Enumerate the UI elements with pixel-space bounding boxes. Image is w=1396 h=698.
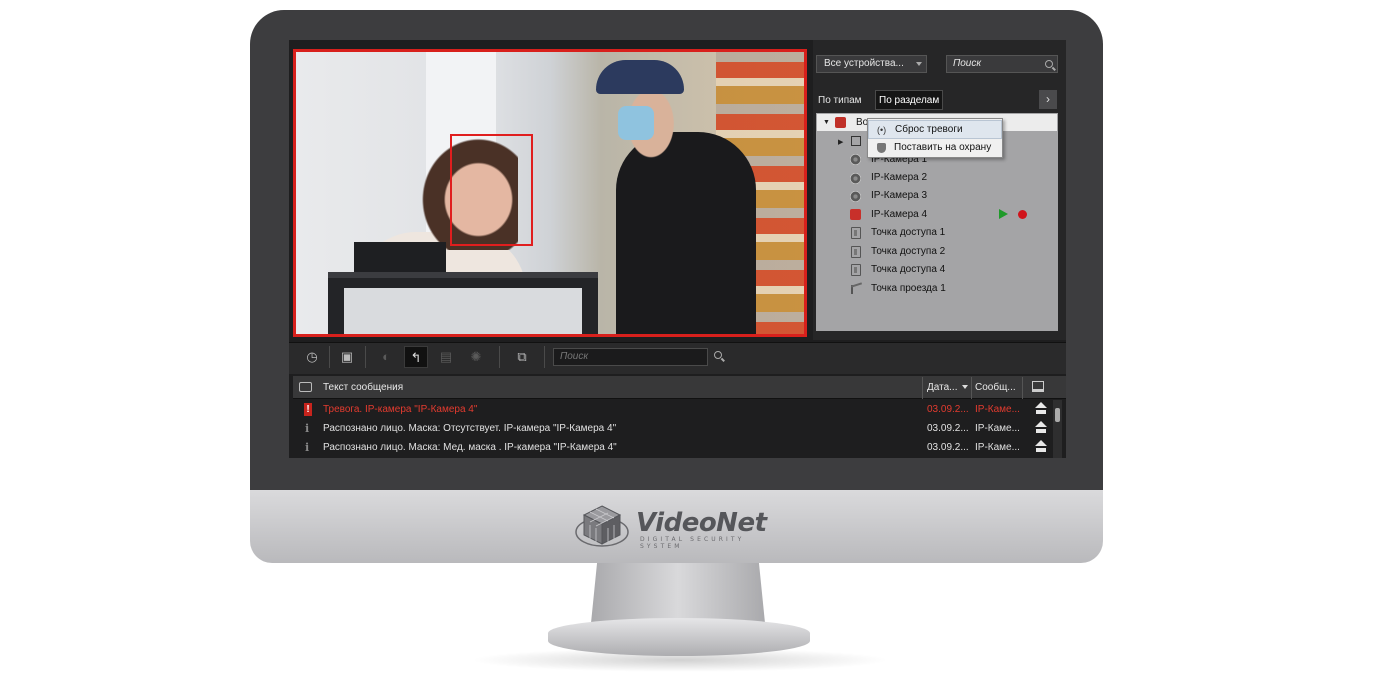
camera-icon: [850, 173, 861, 184]
event-text: Распознано лицо. Маска: Мед. маска . IP-…: [323, 442, 617, 453]
list-icon[interactable]: ▤: [434, 346, 458, 368]
table-row[interactable]: i Распознано лицо. Маска: Мед. маска . I…: [293, 438, 1054, 457]
door-icon: [851, 264, 861, 276]
tree-item-vehicle-point-1[interactable]: Точка проезда 1: [871, 283, 946, 294]
brand-tagline: DIGITAL SECURITY SYSTEM: [640, 536, 745, 550]
tree-item-camera-3[interactable]: IP-Камера 3: [871, 190, 927, 201]
alarm-signal-icon: (•): [877, 125, 887, 135]
column-header-date[interactable]: Дата...: [927, 382, 957, 393]
event-source: IP-Каме...: [975, 442, 1020, 453]
toolbar-separator: [544, 346, 545, 368]
camera-view-icon[interactable]: ⧉: [510, 346, 534, 368]
record-icon[interactable]: [1018, 210, 1027, 219]
door-icon: [851, 246, 861, 258]
cube-logo-icon: [575, 505, 629, 547]
menu-item-reset-alarm[interactable]: (•) Сброс тревоги: [868, 120, 1002, 139]
tab-by-sections[interactable]: По разделам: [875, 90, 944, 110]
monitor-icon[interactable]: ▣: [335, 346, 359, 368]
event-date: 03.09.2...: [927, 404, 969, 415]
chevron-right-icon[interactable]: ›: [1039, 90, 1057, 109]
tree-item-camera-2[interactable]: IP-Камера 2: [871, 172, 927, 183]
clock-icon[interactable]: ◷: [300, 346, 324, 368]
search-icon[interactable]: [1045, 60, 1053, 68]
tree-expand-arrow-icon[interactable]: ▼: [823, 119, 830, 126]
menu-item-arm[interactable]: Поставить на охрану: [868, 139, 1002, 158]
tree-item-access-point-4[interactable]: Точка доступа 4: [871, 264, 945, 275]
device-search-placeholder: Поиск: [953, 58, 982, 69]
face-detection-box: [450, 134, 533, 246]
table-row[interactable]: i Распознано лицо. Маска: Отсутствует. I…: [293, 419, 1054, 438]
column-header-message[interactable]: Текст сообщения: [323, 382, 403, 393]
camera-icon: [850, 154, 861, 165]
camera-video-feed[interactable]: [293, 49, 807, 337]
globe-icon[interactable]: ✺: [464, 346, 488, 368]
alarm-level-icon: !: [304, 403, 312, 416]
play-icon[interactable]: [999, 209, 1008, 219]
toolbar-separator: [499, 346, 500, 368]
screen-bottom-bezel: [289, 458, 1066, 490]
monitor-stand-base: [548, 618, 810, 656]
chevron-down-icon: [916, 62, 922, 66]
table-row[interactable]: ! Тревога. IP-камера "IP-Камера 4" 03.09…: [293, 400, 1054, 419]
brand-name: VideoNet: [636, 508, 767, 538]
event-search-placeholder: Поиск: [560, 351, 589, 362]
sort-down-icon[interactable]: [962, 385, 968, 389]
camera-alarm-icon: [850, 209, 861, 220]
device-filter-value: Все устройства...: [824, 58, 904, 69]
filter-icon[interactable]: ◐: [374, 346, 398, 368]
alarm-zone-icon: [835, 117, 846, 128]
menu-item-reset-alarm-label: Сброс тревоги: [895, 124, 963, 135]
shield-icon: [877, 143, 886, 153]
search-icon[interactable]: [714, 351, 722, 359]
tree-collapsed-arrow-icon[interactable]: ▶: [838, 138, 843, 146]
eject-icon[interactable]: [1035, 440, 1047, 454]
toolbar-separator: [329, 346, 330, 368]
barrier-gate-icon: [850, 282, 862, 294]
tree-item-access-point-2[interactable]: Точка доступа 2: [871, 246, 945, 257]
event-text: Тревога. IP-камера "IP-Камера 4": [323, 404, 478, 415]
menu-item-arm-label: Поставить на охрану: [894, 142, 992, 153]
context-menu: (•) Сброс тревоги Поставить на охрану: [867, 118, 1003, 158]
info-level-icon: i: [305, 422, 310, 435]
column-header-source[interactable]: Сообщ...: [975, 382, 1016, 393]
toolbar-separator: [365, 346, 366, 368]
videonet-logo: VideoNet DIGITAL SECURITY SYSTEM: [574, 502, 784, 550]
auto-scroll-icon[interactable]: ↰: [404, 346, 428, 368]
event-date: 03.09.2...: [927, 442, 969, 453]
tree-item-access-point-1[interactable]: Точка доступа 1: [871, 227, 945, 238]
eject-icon[interactable]: [1035, 402, 1047, 416]
event-search-input[interactable]: Поиск: [553, 348, 708, 366]
door-icon: [851, 227, 861, 239]
event-date: 03.09.2...: [927, 423, 969, 434]
event-text: Распознано лицо. Маска: Отсутствует. IP-…: [323, 423, 617, 434]
camera-icon: [850, 191, 861, 202]
device-filter-dropdown[interactable]: Все устройства...: [816, 55, 927, 73]
event-source: IP-Каме...: [975, 404, 1020, 415]
tab-by-types[interactable]: По типам: [816, 92, 864, 110]
eject-icon[interactable]: [1035, 421, 1047, 435]
info-level-icon: i: [305, 441, 310, 454]
message-column-icon: [299, 382, 312, 392]
folder-icon: [851, 136, 861, 146]
scrollbar-thumb[interactable]: [1055, 408, 1060, 422]
tree-item-camera-4[interactable]: IP-Камера 4: [871, 209, 927, 220]
column-settings-icon[interactable]: [1032, 381, 1044, 392]
device-search-input[interactable]: Поиск: [946, 55, 1058, 73]
event-source: IP-Каме...: [975, 423, 1020, 434]
